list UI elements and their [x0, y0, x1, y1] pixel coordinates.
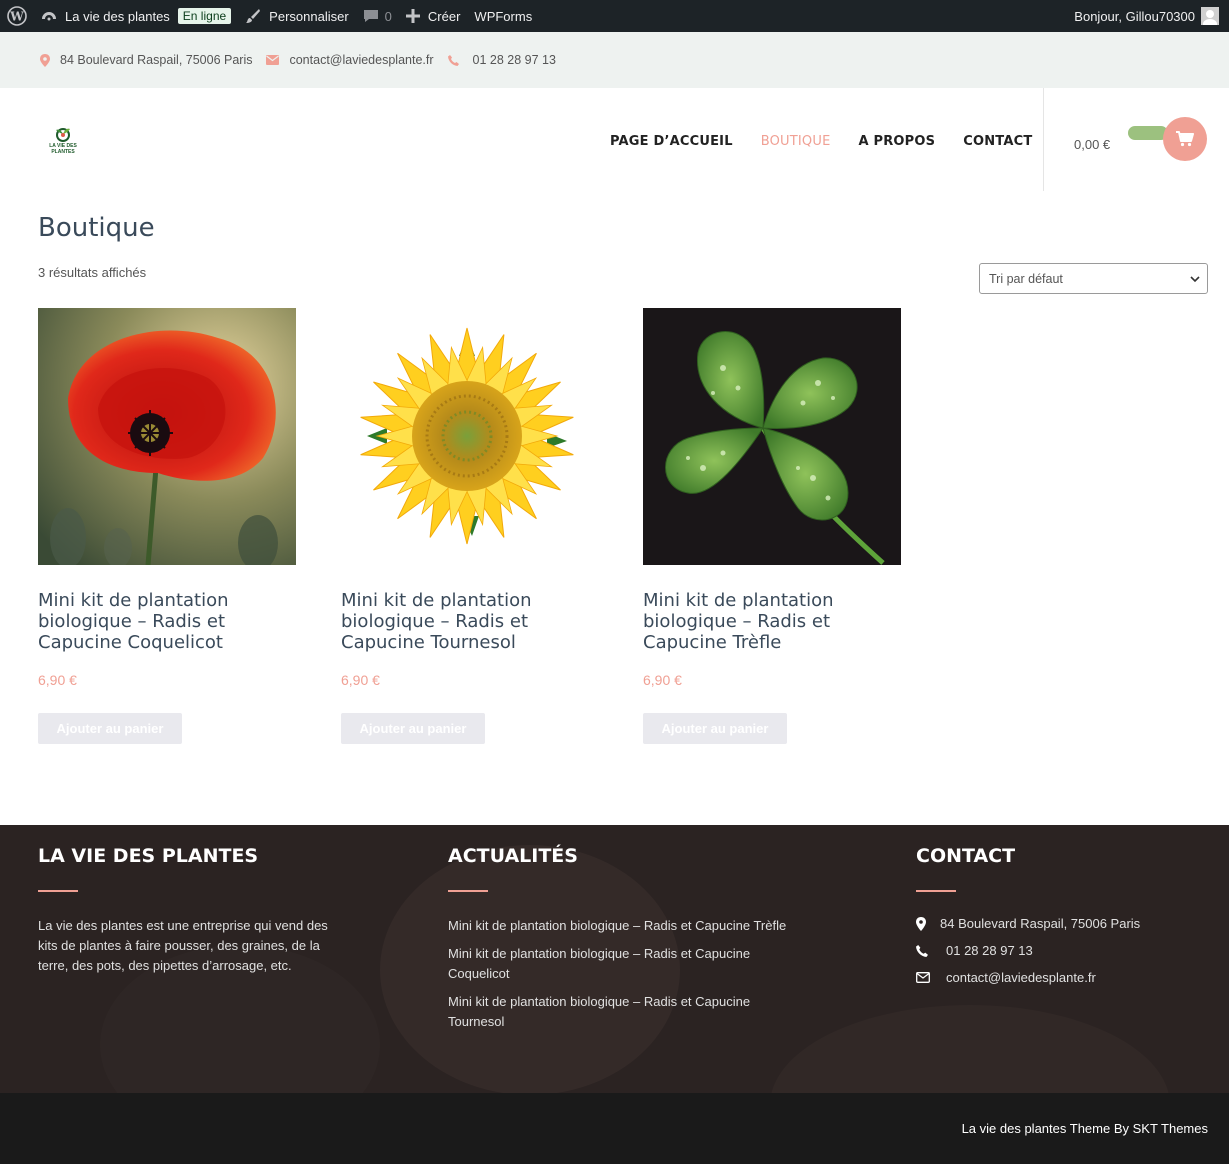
product-title[interactable]: Mini kit de plantation biologique – Radi…: [341, 590, 599, 653]
product-image-clover[interactable]: [643, 308, 901, 565]
footer-about: LA VIE DES PLANTES La vie des plantes es…: [38, 845, 338, 976]
product-price: 6,90 €: [643, 672, 682, 688]
main-navigation: PAGE D’ACCUEIL BOUTIQUE A PROPOS CONTACT: [610, 134, 1060, 149]
site-name-menu[interactable]: La vie des plantes En ligne: [34, 0, 238, 32]
comments-link[interactable]: 0: [356, 0, 399, 32]
add-to-cart-button[interactable]: Ajouter au panier: [341, 713, 485, 744]
footer-contact-heading: CONTACT: [916, 845, 1016, 867]
footer-about-text: La vie des plantes est une entreprise qu…: [38, 918, 328, 973]
envelope-icon: [916, 972, 938, 983]
customize-link[interactable]: Personnaliser: [238, 0, 356, 32]
cart-button[interactable]: [1163, 117, 1207, 161]
footer-heading-underline: [38, 890, 78, 892]
product-card: Mini kit de plantation biologique – Radi…: [38, 308, 296, 744]
status-badge: En ligne: [177, 8, 232, 24]
sort-select[interactable]: Tri par défaut: [979, 263, 1208, 294]
footer-contact: CONTACT 84 Boulevard Raspail, 75006 Pari…: [916, 845, 1140, 997]
avatar: [1201, 7, 1219, 25]
product-title[interactable]: Mini kit de plantation biologique – Radi…: [38, 590, 296, 653]
brush-icon: [245, 8, 261, 24]
cart-count-pill: [1128, 126, 1168, 140]
footer-phone[interactable]: 01 28 28 97 13: [916, 943, 1140, 958]
topbar-address: 84 Boulevard Raspail, 75006 Paris: [40, 53, 252, 67]
top-contact-bar: 84 Boulevard Raspail, 75006 Paris contac…: [0, 32, 1229, 88]
page-title: Boutique: [38, 213, 155, 243]
footer-heading-underline: [448, 890, 488, 892]
create-label: Créer: [427, 8, 461, 24]
plant-logo-icon: [56, 128, 70, 142]
product-card: Mini kit de plantation biologique – Radi…: [341, 308, 599, 744]
result-count: 3 résultats affichés: [38, 265, 147, 280]
product-image-sunflower[interactable]: [341, 308, 599, 565]
site-footer: LA VIE DES PLANTES La vie des plantes es…: [0, 825, 1229, 1093]
product-image-poppy[interactable]: [38, 308, 296, 565]
plus-icon: [405, 9, 420, 23]
phone-icon: [447, 54, 459, 66]
add-to-cart-button[interactable]: Ajouter au panier: [38, 713, 182, 744]
account-menu[interactable]: Bonjour, Gillou70300: [1074, 0, 1219, 32]
nav-item-contact[interactable]: CONTACT: [963, 134, 1032, 149]
footer-news-link[interactable]: Mini kit de plantation biologique – Radi…: [448, 944, 788, 984]
footer-phone-text: 01 28 28 97 13: [946, 943, 1033, 958]
chevron-down-icon: [1190, 273, 1200, 287]
add-to-cart-button[interactable]: Ajouter au panier: [643, 713, 787, 744]
shopping-cart-icon: [1176, 131, 1194, 147]
footer-news: ACTUALITÉS Mini kit de plantation biolog…: [448, 845, 788, 1040]
create-menu[interactable]: Créer: [399, 0, 468, 32]
wpforms-label: WPForms: [474, 8, 533, 24]
site-logo[interactable]: LA VIE DES PLANTES: [46, 124, 80, 158]
theme-credits[interactable]: La vie des plantes Theme By SKT Themes: [962, 1121, 1208, 1136]
product-card: Mini kit de plantation biologique – Radi…: [643, 308, 901, 744]
dashboard-icon: [41, 8, 57, 24]
phone-icon: [916, 944, 938, 957]
wordpress-logo-icon[interactable]: W: [0, 0, 34, 32]
topbar-phone[interactable]: 01 28 28 97 13: [447, 53, 556, 67]
topbar-address-text: 84 Boulevard Raspail, 75006 Paris: [60, 53, 253, 67]
sort-selected-value: Tri par défaut: [989, 271, 1063, 286]
nav-item-shop[interactable]: BOUTIQUE: [761, 134, 831, 149]
nav-item-home[interactable]: PAGE D’ACCUEIL: [610, 134, 733, 149]
footer-news-link[interactable]: Mini kit de plantation biologique – Radi…: [448, 992, 788, 1032]
product-title[interactable]: Mini kit de plantation biologique – Radi…: [643, 590, 901, 653]
logo-text: LA VIE DES PLANTES: [49, 143, 77, 155]
comments-count: 0: [384, 8, 392, 24]
footer-address: 84 Boulevard Raspail, 75006 Paris: [916, 916, 1140, 931]
product-price: 6,90 €: [38, 672, 77, 688]
topbar-email[interactable]: contact@laviedesplante.fr: [266, 53, 434, 67]
footer-background-decoration: [770, 1005, 1170, 1093]
map-pin-icon: [916, 916, 932, 931]
wpforms-menu[interactable]: WPForms: [467, 0, 539, 32]
admin-bar: W La vie des plantes En ligne Personnali…: [0, 0, 1229, 32]
site-header: LA VIE DES PLANTES PAGE D’ACCUEIL BOUTIQ…: [0, 88, 1229, 191]
product-price: 6,90 €: [341, 672, 380, 688]
nav-item-about[interactable]: A PROPOS: [858, 134, 935, 149]
topbar-email-text: contact@laviedesplante.fr: [289, 53, 434, 67]
site-name: La vie des plantes: [65, 8, 170, 24]
cart-total[interactable]: 0,00 €: [1074, 137, 1110, 152]
envelope-icon: [266, 55, 280, 65]
svg-text:W: W: [9, 10, 24, 24]
customize-label: Personnaliser: [269, 8, 349, 24]
footer-email[interactable]: contact@laviedesplante.fr: [916, 970, 1140, 985]
copyright-bar: La vie des plantes Theme By SKT Themes: [0, 1093, 1229, 1164]
footer-email-text: contact@laviedesplante.fr: [946, 970, 1096, 985]
topbar-phone-text: 01 28 28 97 13: [472, 53, 556, 67]
footer-heading-underline: [916, 890, 956, 892]
footer-news-heading: ACTUALITÉS: [448, 845, 578, 867]
header-divider: [1043, 88, 1044, 191]
greeting: Bonjour, Gillou70300: [1074, 8, 1195, 24]
comment-icon: [363, 8, 379, 24]
footer-address-text: 84 Boulevard Raspail, 75006 Paris: [940, 916, 1141, 931]
footer-about-heading: LA VIE DES PLANTES: [38, 845, 259, 867]
footer-news-link[interactable]: Mini kit de plantation biologique – Radi…: [448, 916, 788, 936]
map-pin-icon: [40, 53, 50, 67]
